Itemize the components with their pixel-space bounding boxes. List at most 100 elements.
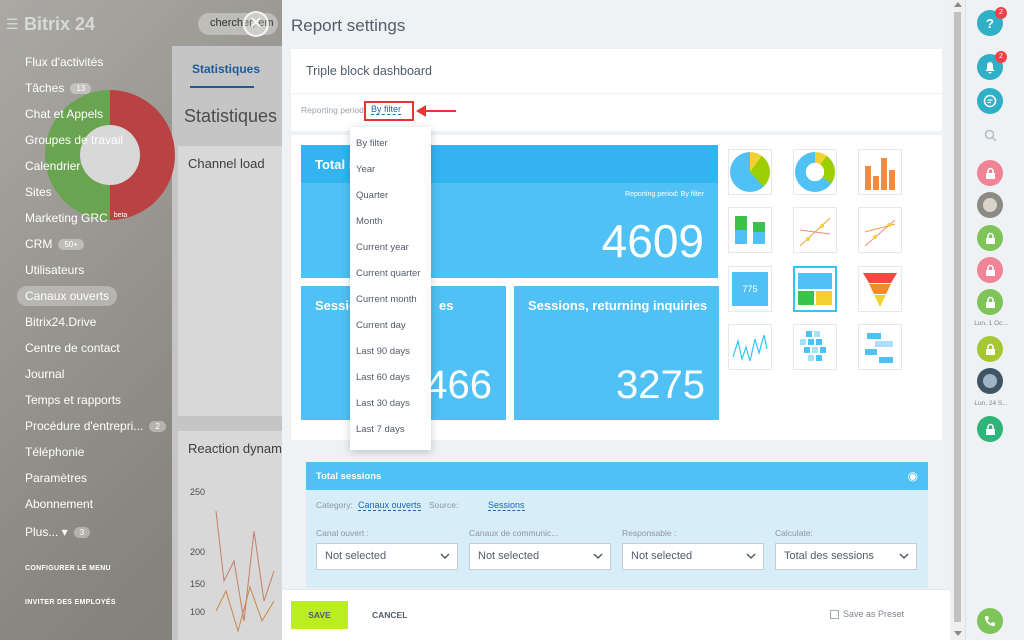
period-option[interactable]: By filter xyxy=(356,138,388,149)
chat-button[interactable] xyxy=(977,88,1003,114)
bg-menu-item[interactable]: Sites xyxy=(25,182,52,202)
category-selector[interactable]: Canaux ouverts xyxy=(358,500,422,511)
bg-menu-item[interactable]: CRM 50+ xyxy=(25,234,84,254)
period-option[interactable]: Month xyxy=(356,216,382,227)
checkbox-box[interactable] xyxy=(830,609,839,619)
save-button[interactable]: SAVE xyxy=(291,601,348,629)
bg-menu-item[interactable]: Téléphonie xyxy=(25,442,84,462)
close-panel-button[interactable]: ✕ xyxy=(243,11,269,37)
bg-menu-item[interactable]: Bitrix24.Drive xyxy=(25,312,96,332)
tile-subtitle: Reporting period: By filter xyxy=(625,191,704,198)
report-name-field[interactable]: Triple block dashboard xyxy=(306,64,432,78)
bg-invite-employees[interactable]: INVITER DES EMPLOYÉS xyxy=(25,592,116,612)
bg-menu-item[interactable]: Plus... ▾ 3 xyxy=(25,522,91,542)
bg-menu-item[interactable]: Chat et Appels xyxy=(25,104,103,124)
widget-donut-thumb[interactable] xyxy=(793,149,837,195)
source-selector[interactable]: Sessions xyxy=(488,500,525,511)
search-button[interactable] xyxy=(977,122,1003,148)
bg-menu-item[interactable]: Abonnement xyxy=(25,494,93,514)
widget-sparkline-thumb[interactable] xyxy=(728,324,772,370)
bg-menu-item[interactable]: Tâches 13 xyxy=(25,78,92,98)
chat-icon xyxy=(983,94,997,108)
stacked-bar-icon xyxy=(735,216,765,244)
field-label: Canaux de communic... xyxy=(469,528,559,538)
scroll-up-icon[interactable] xyxy=(954,2,962,7)
donut-chart-icon xyxy=(795,152,835,192)
period-option[interactable]: Current quarter xyxy=(356,268,420,279)
save-as-preset-checkbox[interactable]: Save as Preset xyxy=(830,609,904,619)
open-line-contact[interactable] xyxy=(977,225,1003,251)
chevron-down-icon xyxy=(899,553,909,560)
widget-funnel-thumb[interactable] xyxy=(858,266,902,312)
widget-triple-block-thumb[interactable] xyxy=(793,266,837,312)
widget-pie-thumb[interactable] xyxy=(728,149,772,195)
widget-stacked-thumb[interactable] xyxy=(728,207,772,253)
bg-menu-count: 13 xyxy=(70,82,92,94)
chevron-down-icon xyxy=(746,553,756,560)
panel-scrollbar[interactable] xyxy=(950,0,965,640)
lock-icon xyxy=(985,423,995,435)
bg-menu-item[interactable]: Centre de contact xyxy=(25,338,120,358)
open-line-contact[interactable] xyxy=(977,257,1003,283)
canal-ouvert-select[interactable]: Not selected xyxy=(316,543,458,570)
tile-value: 466 xyxy=(425,363,492,407)
responsable-select[interactable]: Not selected xyxy=(622,543,764,570)
config-header: Total sessions ◉ xyxy=(306,462,928,490)
sparkline-icon xyxy=(732,334,768,362)
color-drop-icon[interactable]: ◉ xyxy=(908,469,918,483)
period-option[interactable]: Last 60 days xyxy=(356,372,410,383)
bg-menu-item[interactable]: Utilisateurs xyxy=(25,260,84,280)
bg-menu-item[interactable]: Journal xyxy=(25,364,64,384)
period-option[interactable]: Last 7 days xyxy=(356,424,405,435)
bg-menu-item[interactable]: Temps et rapports xyxy=(25,390,121,410)
widget-line-thumb[interactable] xyxy=(793,207,837,253)
period-option[interactable]: Current year xyxy=(356,242,409,253)
bg-menu-item[interactable]: Groupes de travail xyxy=(25,130,123,150)
widget-gantt-thumb[interactable] xyxy=(858,324,902,370)
phone-button[interactable] xyxy=(977,608,1003,634)
period-option[interactable]: Year xyxy=(356,164,375,175)
canaux-communication-select[interactable]: Not selected xyxy=(469,543,611,570)
contact-date: Lun, 1 Oc... xyxy=(974,320,1008,327)
lock-icon xyxy=(985,264,995,276)
open-line-contact[interactable] xyxy=(977,416,1003,442)
reporting-period-selector[interactable]: By filter xyxy=(371,104,402,115)
open-line-contact[interactable] xyxy=(977,336,1003,362)
scroll-thumb[interactable] xyxy=(954,12,961,622)
period-option[interactable]: Last 90 days xyxy=(356,346,410,357)
open-line-contact[interactable] xyxy=(977,289,1003,315)
period-option[interactable]: Quarter xyxy=(356,190,388,201)
notifications-button[interactable]: 2 xyxy=(977,51,1007,80)
select-value: Not selected xyxy=(478,550,540,562)
tile-returning-inquiries[interactable]: Sessions, returning inquiries 3275 xyxy=(514,286,719,420)
period-option[interactable]: Current day xyxy=(356,320,406,331)
select-value: Not selected xyxy=(631,550,693,562)
widget-bar-thumb[interactable] xyxy=(858,149,902,195)
calculate-select[interactable]: Total des sessions xyxy=(775,543,917,570)
bg-menu-item[interactable]: Calendrier xyxy=(25,156,80,176)
bg-menu-label: Utilisateurs xyxy=(25,263,85,277)
bg-menu-item[interactable]: Procédure d'entrepri... 2 xyxy=(25,416,166,436)
scroll-down-icon[interactable] xyxy=(954,631,962,636)
help-button[interactable]: ? 2 xyxy=(977,7,1007,36)
widget-number-thumb[interactable]: 775 xyxy=(728,266,772,312)
widget-heatmap-thumb[interactable] xyxy=(793,324,837,370)
bg-menu-item[interactable]: Paramètres xyxy=(25,468,87,488)
bg-menu-label: Procédure d'entrepri... xyxy=(25,419,144,433)
select-value: Not selected xyxy=(325,550,387,562)
triple-block-icon xyxy=(798,273,832,305)
open-line-contact[interactable] xyxy=(977,160,1003,186)
bg-menu-label: Abonnement xyxy=(25,497,94,511)
bg-menu-item[interactable]: Flux d'activités xyxy=(25,52,103,72)
cancel-button[interactable]: CANCEL xyxy=(372,610,407,620)
user-avatar[interactable] xyxy=(977,192,1003,218)
widget-line2-thumb[interactable] xyxy=(858,207,902,253)
bg-menu-item[interactable]: Marketing GRC beta xyxy=(25,208,127,228)
period-option[interactable]: Current month xyxy=(356,294,417,305)
user-avatar[interactable] xyxy=(977,368,1003,394)
bg-menu-label: Centre de contact xyxy=(25,341,120,355)
bg-menu-item[interactable]: Canaux ouverts xyxy=(17,286,118,306)
bg-menu-label: Sites xyxy=(25,185,52,199)
bg-configure-menu[interactable]: CONFIGURER LE MENU xyxy=(25,558,111,578)
period-option[interactable]: Last 30 days xyxy=(356,398,410,409)
